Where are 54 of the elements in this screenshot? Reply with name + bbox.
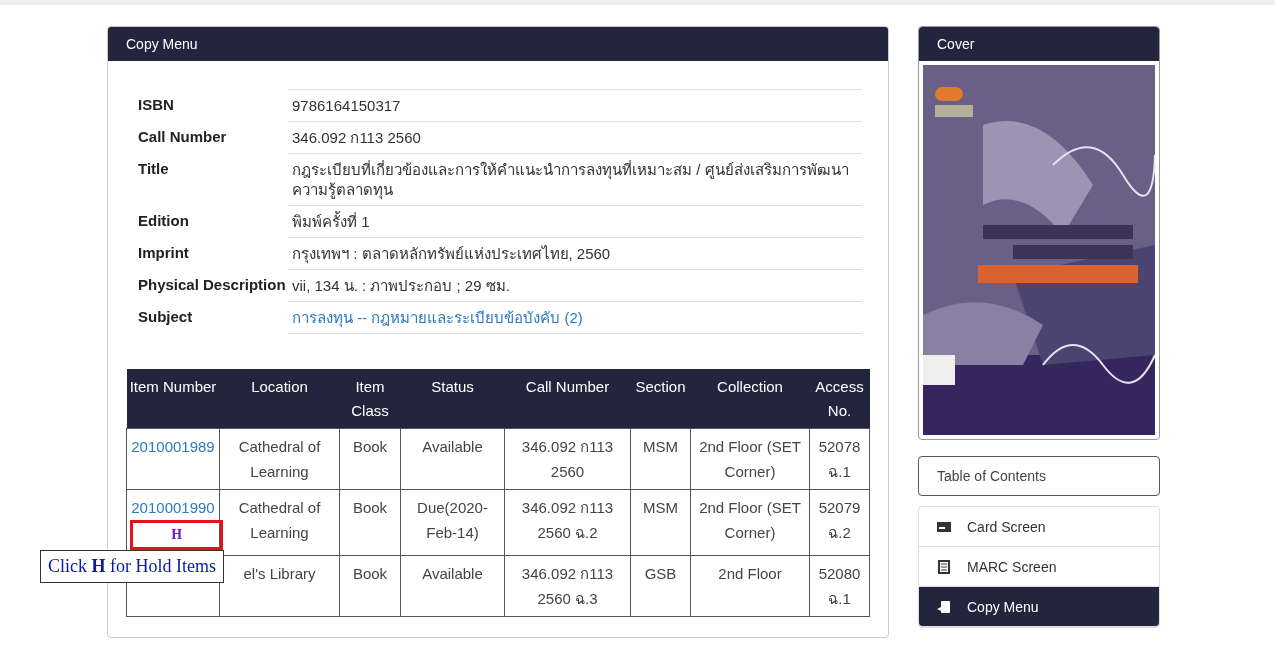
call-number-cell: 346.092 ก113 2560 ฉ.2	[521, 499, 614, 541]
item-class-cell: Book	[352, 499, 388, 516]
field-label: Call Number	[138, 127, 228, 147]
item-class-cell: Book	[352, 438, 388, 455]
subject-link[interactable]: การลงทุน -- กฎหมายและระเบียบข้อบังคับ (2)	[292, 309, 583, 326]
menu-item[interactable]: Copy Menu	[919, 587, 1159, 627]
panel-title: Copy Menu	[108, 27, 888, 61]
card-icon	[937, 519, 951, 534]
menu-item[interactable]: Card Screen	[919, 507, 1159, 547]
table-of-contents-button[interactable]: Table of Contents	[918, 456, 1160, 496]
column-header: Collection	[690, 369, 810, 429]
field-value: 9786164150317	[292, 97, 401, 114]
hold-callout: Click H for Hold Items	[40, 550, 224, 583]
field-value: พิมพ์ครั้งที่ 1	[292, 213, 370, 230]
field-label: Imprint	[138, 243, 190, 263]
field-label: ISBN	[138, 95, 175, 115]
collection-cell: 2nd Floor	[718, 565, 782, 582]
collection-cell: 2nd Floor (SET Corner)	[699, 499, 801, 541]
field-value: กฎระเบียบที่เกี่ยวข้องและการให้คำแนะนำการลงทุนที่เหมาะสม / ศูนย์ส่งเสริมการพัฒนาความรู้ตลาดทุน	[292, 161, 849, 198]
field-value: vii, 134 น. : ภาพประกอบ ; 29 ซม.	[292, 277, 510, 294]
hold-link[interactable]: H	[130, 520, 224, 550]
field-label: Edition	[138, 211, 190, 231]
clipboard-icon	[937, 599, 951, 614]
section-cell: MSM	[643, 499, 678, 516]
field-value: กรุงเทพฯ : ตลาดหลักทรัพย์แห่งประเทศไทย, 2560	[292, 245, 611, 262]
access-number-cell: 52078 ฉ.1	[818, 438, 861, 480]
item-class-cell: Book	[352, 565, 388, 582]
location-cell: el's Library	[243, 565, 316, 582]
location-cell: Cathedral of Learning	[238, 499, 321, 541]
column-header: Location	[219, 369, 340, 429]
column-header: Item Number	[126, 369, 220, 429]
status-cell: Due(2020-Feb-14)	[417, 499, 488, 541]
column-header: Call Number	[504, 369, 631, 429]
section-cell: MSM	[643, 438, 678, 455]
call-number-cell: 346.092 ก113 2560	[521, 438, 614, 480]
access-number-cell: 52080 ฉ.1	[818, 565, 861, 607]
field-label: Subject	[138, 307, 194, 327]
column-header: Access No.	[809, 369, 870, 429]
panel-title: Cover	[919, 27, 1159, 61]
item-number-link[interactable]: 2010001990	[131, 499, 215, 516]
collection-cell: 2nd Floor (SET Corner)	[699, 438, 801, 480]
status-cell: Available	[422, 438, 483, 455]
section-cell: GSB	[644, 565, 677, 582]
field-value: 346.092 ก113 2560	[292, 129, 421, 146]
column-header: Status	[400, 369, 505, 429]
column-header: Item Class	[339, 369, 401, 429]
location-cell: Cathedral of Learning	[238, 438, 321, 480]
status-cell: Available	[422, 565, 483, 582]
document-icon	[937, 559, 951, 574]
field-label: Physical Description	[138, 275, 287, 295]
column-header: Section	[630, 369, 691, 429]
call-number-cell: 346.092 ก113 2560 ฉ.3	[521, 565, 614, 607]
field-label: Title	[138, 159, 170, 179]
access-number-cell: 52079 ฉ.2	[818, 499, 861, 541]
